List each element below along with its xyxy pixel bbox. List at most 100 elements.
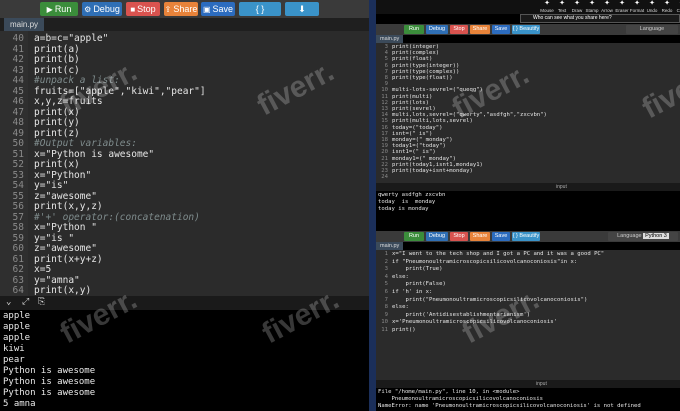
collapse-icon[interactable]: ⌄ xyxy=(6,297,11,307)
code-line: 10 x='Pneumonoultramicroscopicsilicovolca… xyxy=(376,319,680,327)
code-text: print(True) xyxy=(392,266,443,273)
line-number: 8 xyxy=(384,304,388,311)
top-save-button[interactable]: Save xyxy=(492,25,510,34)
top-toolbar: Run Debug Stop Share Save { } Beautify L… xyxy=(376,24,680,35)
expand-icon[interactable]: ⤢ xyxy=(22,297,29,307)
run-button[interactable]: ▶ Run xyxy=(40,2,78,16)
code-line: 5 print(False) xyxy=(376,281,680,289)
line-number: 11 xyxy=(381,327,388,333)
output-line: apple xyxy=(3,333,31,343)
code-line: 7 print("Pneumonoultramicroscopicsilicov… xyxy=(376,297,680,305)
bottom-language-select[interactable]: Language Python 3 xyxy=(608,232,678,241)
top-debug-button[interactable]: Debug xyxy=(426,25,448,34)
code-line: 11 print() xyxy=(376,327,680,335)
line-number: 3 xyxy=(384,266,388,273)
download-button[interactable]: ⬇ xyxy=(285,2,319,16)
debug-button[interactable]: ⚙ Debug xyxy=(82,2,122,16)
code-line: 6 if 'h' in x: xyxy=(376,289,680,297)
line-number: 9 xyxy=(384,311,388,318)
stop-button[interactable]: ■ Stop xyxy=(126,2,160,16)
output-line: Python is awesome xyxy=(3,366,96,376)
top-beautify-button[interactable]: { } Beautify xyxy=(512,25,540,34)
bottom-save-button[interactable]: Save xyxy=(492,232,510,241)
top-stop-button[interactable]: Stop xyxy=(450,25,468,34)
annotation-tool-label: Clear xyxy=(676,8,680,13)
code-text: print(False) xyxy=(392,281,446,288)
bottom-beautify-button[interactable]: { } Beautify xyxy=(512,232,540,241)
code-text: print() xyxy=(392,327,416,333)
output-line: Pneumonoultramicroscopicsilicovolcanocon… xyxy=(378,396,544,402)
annotation-toolbar: ✦ Mouse ✦ Text ✦ Draw ✦ Stamp ✦ Arrow ✦ Eraser ✦ Form… xyxy=(376,0,680,14)
output-line: NameError: name 'Pneumonoultramicroscopi… xyxy=(378,403,641,409)
bottom-code-editor[interactable]: 1 x="I went to the tech shop and I got a … xyxy=(376,250,680,380)
top-code-editor[interactable]: 3 print(integer) 4 print(complex) 5 print(flo… xyxy=(376,43,680,183)
output-line: apple xyxy=(3,311,31,321)
annotation-tool[interactable]: ✦Clear xyxy=(671,0,680,13)
right-screenshare-window: ✦ Mouse ✦ Text ✦ Draw ✦ Stamp ✦ Arrow ✦ Eraser ✦ Form… xyxy=(376,0,680,411)
left-output-console: apple apple apple kiwi pear Python is awesome… xyxy=(0,310,369,411)
output-line: File "/home/main.py", line 10, in <modul… xyxy=(378,389,520,395)
code-line: 1 x="I went to the tech shop and I got a … xyxy=(376,251,680,259)
download-icon: ⬇ xyxy=(298,4,306,14)
bug-icon: ⚙ xyxy=(84,5,92,14)
console-toolbar: ⌄ ⤢ ⎘ xyxy=(0,296,369,310)
copy-icon[interactable]: ⎘ xyxy=(38,297,45,307)
code-line: 8 else: xyxy=(376,304,680,312)
line-number: 24 xyxy=(381,174,388,181)
code-text: x="I went to the tech shop and I got a P… xyxy=(392,251,605,257)
pane-divider[interactable] xyxy=(369,0,376,411)
code-line: 2 if "Pneumonoultramicroscopicsilicovolca… xyxy=(376,259,680,267)
stop-icon: ■ xyxy=(130,5,136,14)
top-tab-main-py[interactable]: main.py xyxy=(376,35,404,43)
bottom-console-toolbar: input xyxy=(376,380,680,388)
left-toolbar: ▶Run ⚙Debug ■Stop ⇪Share ▣Save { } Beaut… xyxy=(0,0,369,28)
top-console-toolbar: input xyxy=(376,183,680,191)
code-text: if "Pneumonoultramicroscopicsilicovolcan… xyxy=(392,258,578,265)
output-line: Python is awesome xyxy=(3,377,96,387)
top-share-button[interactable]: Share xyxy=(470,25,490,34)
tab-main-py[interactable]: main.py xyxy=(4,18,45,31)
annotation-tool-label: Text xyxy=(557,8,567,13)
code-text: print('Antidisestablishmentarianism') xyxy=(392,311,531,318)
share-prompt-banner[interactable]: Who can see what you share here? xyxy=(520,14,680,23)
output-line: apple xyxy=(3,322,31,332)
top-output-console: qwerty asdfgh zxcvbn today is monday today… xyxy=(376,191,680,231)
bottom-toolbar: Run Debug Stop Share Save { } Beautify L… xyxy=(376,231,680,242)
code-text: else: xyxy=(392,304,409,311)
left-editor-window: ▶Run ⚙Debug ■Stop ⇪Share ▣Save { } Beaut… xyxy=(0,0,369,411)
bottom-share-button[interactable]: Share xyxy=(470,232,490,241)
output-line: Python is awesome xyxy=(3,388,96,398)
output-line: pear xyxy=(3,355,25,365)
top-run-button[interactable]: Run xyxy=(404,25,424,34)
line-number: 2 xyxy=(384,258,388,265)
output-line: today is monday xyxy=(378,199,436,205)
bottom-output-console: File "/home/main.py", line 10, in <modul… xyxy=(376,388,680,411)
output-line: today is monday xyxy=(378,206,429,212)
bottom-tab-main-py[interactable]: main.py xyxy=(376,242,404,250)
top-language-select[interactable]: Language xyxy=(626,25,678,34)
output-line: 5 amna xyxy=(3,399,36,409)
play-icon: ▶ xyxy=(46,5,53,14)
bottom-stop-button[interactable]: Stop xyxy=(450,232,468,241)
beautify-button[interactable]: { } Beautify xyxy=(239,2,281,28)
code-text: print("Pneumonoultramicroscopicsilicovol… xyxy=(392,296,588,303)
line-number: 10 xyxy=(381,319,388,326)
line-number: 5 xyxy=(384,281,388,288)
code-line: 9 print('Antidisestablishmentarianism') xyxy=(376,312,680,320)
clear-icon: ✦ xyxy=(671,0,680,8)
save-button[interactable]: ▣ Save xyxy=(201,2,235,16)
share-button[interactable]: ⇪ Share xyxy=(164,2,198,16)
bottom-debug-button[interactable]: Debug xyxy=(426,232,448,241)
line-number: 6 xyxy=(384,289,388,295)
code-line: 3 print(True) xyxy=(376,266,680,274)
code-text: if 'h' in x: xyxy=(392,289,433,295)
bottom-run-button[interactable]: Run xyxy=(404,232,424,241)
code-text: else: xyxy=(392,273,409,280)
output-line: kiwi xyxy=(3,344,25,354)
output-line: qwerty asdfgh zxcvbn xyxy=(378,192,446,198)
left-code-editor[interactable]: 40 a=b=c="apple" 41 print(a) 42 print(b) 43 pri… xyxy=(0,31,369,296)
share-icon: ⇪ xyxy=(164,5,172,14)
code-text: x='Pneumonoultramicroscopicsilicovolcano… xyxy=(392,319,558,326)
line-number: 7 xyxy=(384,296,388,303)
save-icon: ▣ xyxy=(202,5,211,14)
